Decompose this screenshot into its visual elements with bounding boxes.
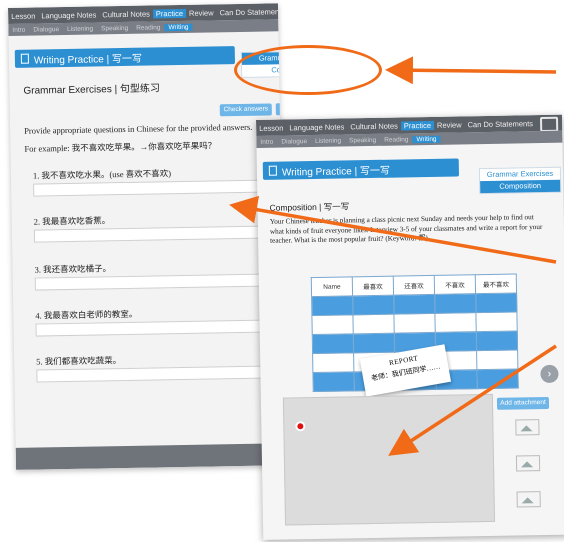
arrow-to-grammar: [229, 195, 557, 264]
arrow-to-composition: [388, 344, 557, 456]
annotation-arrows: [229, 56, 557, 456]
arrow-to-menu: [385, 56, 557, 85]
